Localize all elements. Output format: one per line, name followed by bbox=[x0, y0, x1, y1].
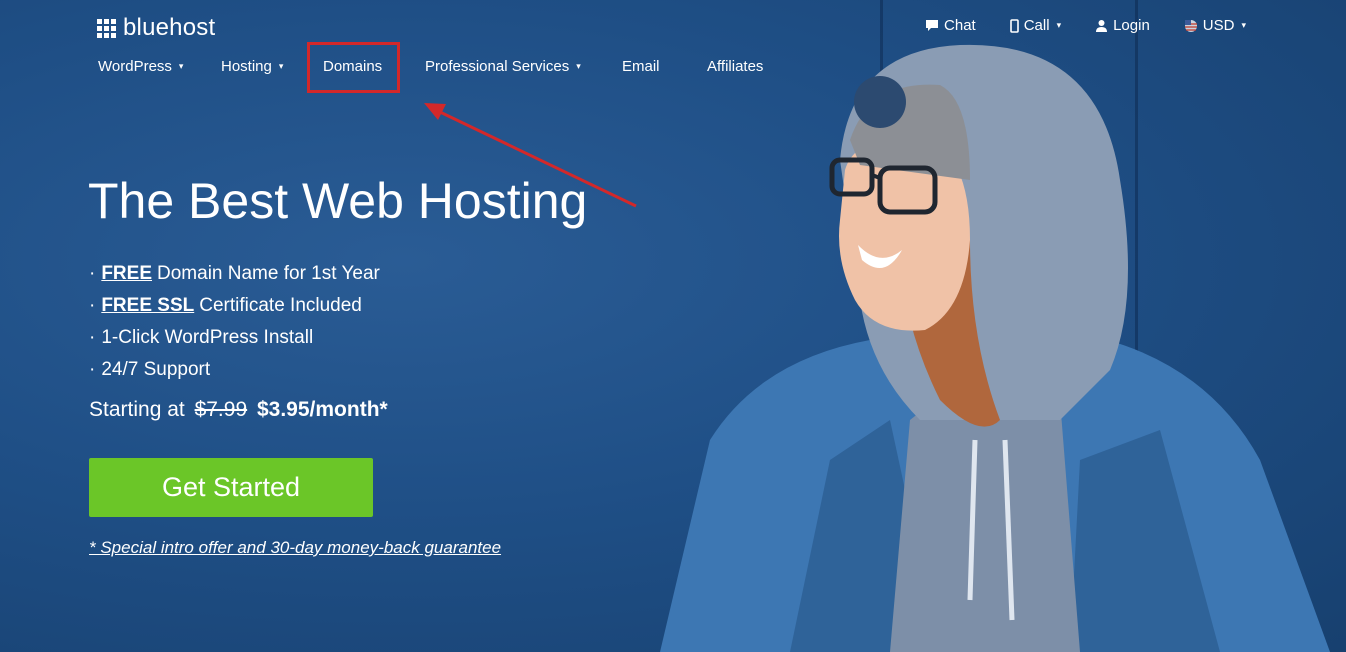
nav-professional-services[interactable]: Professional Services ▾ bbox=[425, 58, 622, 75]
feature-item: · 1-Click WordPress Install bbox=[89, 322, 380, 354]
feature-list: · FREE Domain Name for 1st Year · FREE S… bbox=[89, 258, 380, 386]
nav-email-label: Email bbox=[622, 58, 660, 75]
price-prefix: Starting at bbox=[89, 398, 185, 421]
get-started-button[interactable]: Get Started bbox=[89, 458, 373, 517]
old-price: $7.99 bbox=[194, 398, 248, 421]
call-menu[interactable]: Call ▾ bbox=[1009, 17, 1062, 34]
feature-item: · FREE Domain Name for 1st Year bbox=[89, 258, 380, 290]
price-line: Starting at $7.99 $3.95/month* bbox=[89, 398, 388, 422]
feature-item: · FREE SSL Certificate Included bbox=[89, 290, 380, 322]
login-link[interactable]: Login bbox=[1095, 17, 1150, 34]
guarantee-link[interactable]: * Special intro offer and 30-day money-b… bbox=[89, 538, 501, 558]
logo-grid-icon bbox=[97, 18, 116, 38]
annotation-highlight-box bbox=[307, 42, 400, 93]
bullet: · bbox=[89, 295, 96, 316]
feature-strong: FREE bbox=[101, 263, 153, 284]
utility-nav: Chat Call ▾ Login USD ▾ bbox=[925, 17, 1246, 34]
feature-text: Certificate Included bbox=[199, 295, 362, 316]
bullet: · bbox=[89, 327, 96, 348]
caret-down-icon: ▾ bbox=[576, 61, 581, 71]
nav-wordpress-label: WordPress bbox=[98, 58, 172, 75]
nav-professional-services-label: Professional Services bbox=[425, 58, 570, 75]
nav-affiliates[interactable]: Affiliates bbox=[707, 58, 763, 75]
nav-hosting-label: Hosting bbox=[221, 58, 272, 75]
bullet: · bbox=[89, 359, 96, 380]
hero-photo-person bbox=[660, 44, 1330, 652]
brand-logo[interactable]: bluehost bbox=[97, 14, 215, 42]
phone-icon bbox=[1009, 18, 1019, 33]
nav-affiliates-label: Affiliates bbox=[707, 58, 764, 75]
nav-wordpress[interactable]: WordPress ▾ bbox=[98, 58, 221, 75]
hero-title: The Best Web Hosting bbox=[88, 173, 588, 229]
caret-down-icon: ▾ bbox=[1056, 20, 1062, 30]
user-icon bbox=[1096, 20, 1108, 32]
nav-email[interactable]: Email bbox=[622, 58, 707, 75]
feature-strong: FREE SSL bbox=[101, 295, 195, 316]
new-price: $3.95/month* bbox=[256, 398, 388, 421]
main-nav: WordPress ▾ Hosting ▾ Domains Profession… bbox=[98, 58, 763, 75]
bullet: · bbox=[89, 263, 96, 284]
feature-text: 1-Click WordPress Install bbox=[101, 327, 314, 348]
us-flag-icon bbox=[1184, 19, 1197, 32]
currency-label: USD bbox=[1202, 17, 1235, 34]
chat-link[interactable]: Chat bbox=[925, 17, 976, 34]
caret-down-icon: ▾ bbox=[278, 61, 284, 71]
brand-name: bluehost bbox=[123, 14, 216, 41]
currency-menu[interactable]: USD ▾ bbox=[1184, 17, 1246, 34]
feature-text: 24/7 Support bbox=[101, 359, 211, 380]
chat-icon bbox=[926, 20, 939, 31]
login-label: Login bbox=[1113, 17, 1150, 34]
caret-down-icon: ▾ bbox=[178, 61, 184, 71]
call-label: Call bbox=[1023, 17, 1050, 34]
feature-text: Domain Name for 1st Year bbox=[157, 263, 380, 284]
chat-label: Chat bbox=[944, 17, 976, 34]
caret-down-icon: ▾ bbox=[1241, 20, 1246, 30]
feature-item: · 24/7 Support bbox=[89, 354, 380, 386]
